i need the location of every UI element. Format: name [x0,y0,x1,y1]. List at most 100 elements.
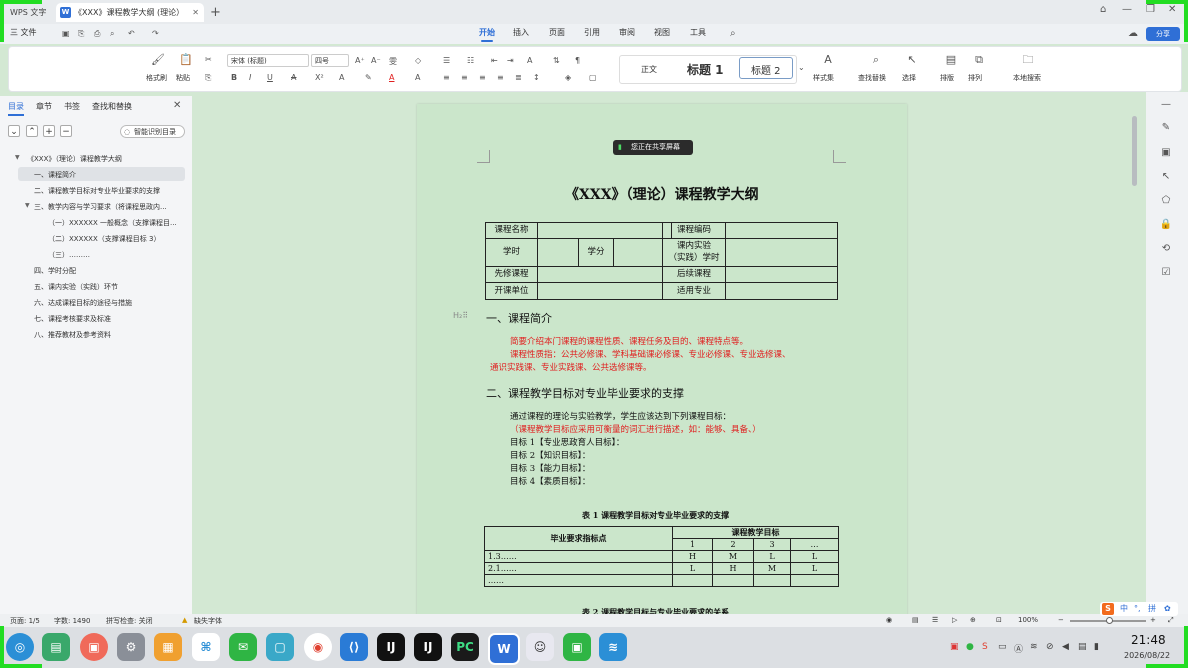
style-heading-2[interactable]: 标题 2 [751,62,781,77]
fit-page-icon[interactable]: ⊡ [996,616,1002,624]
tray-screen-icon[interactable]: ▭ [998,642,1007,652]
nav-tab-find[interactable]: 查找和替换 [92,101,132,112]
cloud-drive-icon[interactable]: ≋ [599,633,627,661]
toc-item[interactable]: （三）……… [48,250,90,260]
collapse-button[interactable]: ⌄ [8,125,20,137]
nav-tab-toc[interactable]: 目录 [8,101,24,116]
zoom-slider-thumb[interactable] [1106,617,1113,624]
print-preview-icon[interactable]: ⌕ [110,29,114,39]
new-tab-button[interactable]: + [210,3,221,22]
lock-icon[interactable]: 🔒 [1159,218,1173,232]
spell-check-status[interactable]: 拼写检查: 关闭 [106,616,153,626]
page-view-icon[interactable]: ▤ [912,616,919,624]
tab-page[interactable]: 页面 [549,27,565,38]
align-center-icon[interactable]: ≡ [461,73,468,82]
archive-icon[interactable]: ▦ [154,633,182,661]
info-cell-value[interactable] [725,222,838,239]
ime-toolbar[interactable]: S 中 °, 拼 ✿ [1100,602,1178,616]
layout-label[interactable]: 排版 [940,73,954,83]
chrome-icon[interactable]: ◉ [304,633,332,661]
avatar-app-icon[interactable]: ☺ [526,633,554,661]
tab-review[interactable]: 审阅 [619,27,635,38]
info-cell-value[interactable] [613,238,663,267]
history-icon[interactable]: ⟲ [1159,242,1173,256]
toc-item[interactable]: 八、推荐教材及参考资料 [34,330,111,340]
shapes-icon[interactable]: ⬠ [1159,194,1173,208]
sogou-icon[interactable]: S [1102,603,1114,615]
image-icon[interactable]: ▣ [1159,146,1173,160]
cut-icon[interactable]: ✂ [205,55,212,64]
file-menu[interactable]: 三 文件 [10,27,37,38]
intellij-2-icon[interactable]: IJ [414,633,442,661]
toc-item[interactable]: 《XXX》（理论）课程教学大纲 [27,154,122,164]
toc-expand-icon[interactable]: ▼ [25,202,30,209]
style-set-icon[interactable]: A [821,53,835,67]
select-icon[interactable]: ↖ [905,53,919,67]
chinese-layout-icon[interactable]: A [527,56,532,65]
heading-marker-icon[interactable]: H₂⠿ [453,311,468,320]
align-right-icon[interactable]: ≡ [479,73,486,82]
increase-indent-icon[interactable]: ⇥ [507,56,514,65]
text-effect-icon[interactable]: A [339,73,344,82]
format-painter-label[interactable]: 格式刷 [146,73,167,83]
read-mode-icon[interactable]: ▷ [952,616,957,624]
bullet-list-icon[interactable]: ☰ [443,56,450,65]
font-name-select[interactable]: 宋体 (标题) [227,54,309,67]
tray-a11y-icon[interactable]: Ⓐ [1014,642,1023,655]
pinyin-icon[interactable]: 拼 [1148,602,1156,616]
toc-item[interactable]: （二）XXXXXX（支撑课程目标 3） [48,234,160,244]
paste-icon[interactable]: 📋 [179,53,193,67]
font-color-icon[interactable]: A [389,73,394,82]
info-cell-value[interactable] [725,238,838,267]
missing-font-status[interactable]: 缺失字体 [194,616,222,626]
files-icon[interactable]: ▢ [266,633,294,661]
zoom-in-icon[interactable]: + [1150,616,1156,624]
vertical-scrollbar[interactable] [1130,96,1140,610]
tray-app-icon[interactable]: ▣ [950,642,959,652]
notification-icon[interactable]: ▮ [1094,642,1099,652]
info-cell-value[interactable] [537,238,579,267]
info-cell-value[interactable] [725,266,838,283]
tab-home[interactable]: 开始 [479,27,495,42]
select-label[interactable]: 选择 [902,73,916,83]
share-button[interactable]: 分享 [1146,27,1180,41]
zoom-slider[interactable] [1070,617,1146,624]
show-marks-icon[interactable]: ¶ [575,56,580,65]
smart-toc-button[interactable]: ◌ 智能识别目录 [120,125,185,138]
cursor-icon[interactable]: ↖ [1159,170,1173,184]
redo-icon[interactable]: ↷ [152,29,159,38]
intellij-icon[interactable]: IJ [377,633,405,661]
save-icon[interactable]: ▣ [62,29,70,38]
undo-icon[interactable]: ↶ [128,29,135,38]
info-cell-value[interactable] [537,266,663,283]
info-cell-value[interactable] [725,282,838,300]
settings-icon[interactable]: ⚙ [117,633,145,661]
vscode-icon[interactable]: ⟨⟩ [340,633,368,661]
numbered-list-icon[interactable]: ☷ [467,56,474,65]
scrollbar-thumb[interactable] [1132,116,1137,186]
close-window-icon[interactable]: ✕ [1168,4,1176,15]
paragraph-sort-icon[interactable]: ⇅ [553,56,560,65]
minimize-icon[interactable]: — [1122,4,1132,15]
ime-settings-icon[interactable]: ✿ [1164,602,1171,616]
checklist-icon[interactable]: ☑ [1159,266,1173,280]
tab-reference[interactable]: 引用 [584,27,600,38]
toc-item[interactable]: （一）XXXXXX 一般概念（支撑课程目... [48,218,183,228]
tray-sogou-icon[interactable]: S [982,642,988,652]
underline-icon[interactable]: U [267,73,273,82]
add-heading-button[interactable]: + [43,125,55,137]
pycharm-icon[interactable]: PC [451,633,479,661]
style-normal[interactable]: 正文 [641,64,657,75]
shading-icon[interactable]: ◈ [565,73,571,82]
toc-item[interactable]: 四、学时分配 [34,266,76,276]
word-count[interactable]: 字数: 1490 [54,616,90,626]
grow-font-icon[interactable]: A⁺ [355,56,365,65]
expand-button[interactable]: ⌃ [26,125,38,137]
close-pane-icon[interactable]: ✕ [173,100,181,111]
network-icon[interactable]: ⌘ [192,633,220,661]
toc-item[interactable]: 三、教学内容与学习要求（将课程思政内... [34,202,184,212]
clock-time[interactable]: 21:48 [1131,633,1166,647]
wps-writer-icon[interactable]: W [488,633,520,665]
char-shading-icon[interactable]: A [415,73,420,82]
strikethrough-icon[interactable]: A [291,73,296,82]
